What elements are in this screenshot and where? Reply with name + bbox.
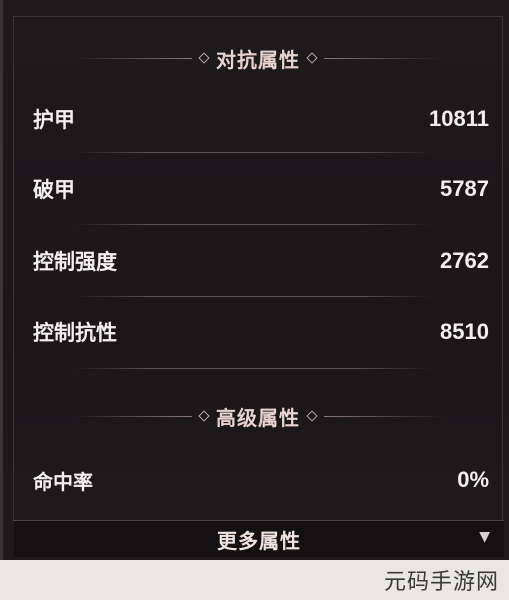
stat-row-control-strength: 控制强度 2762 xyxy=(33,239,489,283)
section-title: 高级属性 xyxy=(216,405,300,430)
attribute-panel: 对抗属性 护甲 10811 破甲 5787 控制强度 2762 控制抗性 851… xyxy=(0,0,509,560)
section-header-advanced: 高级属性 xyxy=(73,402,443,430)
header-line-right xyxy=(324,415,443,417)
diamond-ornament-icon xyxy=(306,410,318,422)
row-divider xyxy=(73,152,433,153)
stat-label: 命中率 xyxy=(33,469,93,494)
stat-value: 2762 xyxy=(440,248,489,273)
stat-label: 破甲 xyxy=(33,178,75,202)
row-divider xyxy=(73,224,433,225)
diamond-ornament-icon xyxy=(198,52,210,64)
stat-label: 控制强度 xyxy=(33,250,117,274)
section-title: 对抗属性 xyxy=(216,47,300,72)
diamond-ornament-icon xyxy=(198,410,210,422)
stat-row-armor: 护甲 10811 xyxy=(33,97,489,141)
triangle-down-icon[interactable]: ▼ xyxy=(479,529,490,545)
row-divider xyxy=(73,368,433,369)
more-attributes-label: 更多属性 xyxy=(217,528,301,553)
header-line-left xyxy=(73,57,192,59)
diamond-ornament-icon xyxy=(306,52,318,64)
stat-value: 10811 xyxy=(429,106,489,131)
stat-label: 控制抗性 xyxy=(33,321,117,345)
stat-value: 8510 xyxy=(440,319,489,344)
section-header-resistance: 对抗属性 xyxy=(73,44,443,72)
stat-row-armor-break: 破甲 5787 xyxy=(33,167,489,211)
row-divider xyxy=(73,296,433,297)
stat-row-control-resistance: 控制抗性 8510 xyxy=(33,310,489,354)
header-line-right xyxy=(324,57,443,59)
stat-value: 0% xyxy=(457,467,489,492)
site-watermark: 元码手游网 xyxy=(383,570,499,595)
stat-row-hit-rate: 命中率 0% xyxy=(33,458,489,502)
stat-label: 护甲 xyxy=(33,108,75,132)
stat-value: 5787 xyxy=(440,176,489,201)
more-attributes-button[interactable]: 更多属性 ▼ xyxy=(14,520,504,557)
header-line-left xyxy=(73,415,192,417)
